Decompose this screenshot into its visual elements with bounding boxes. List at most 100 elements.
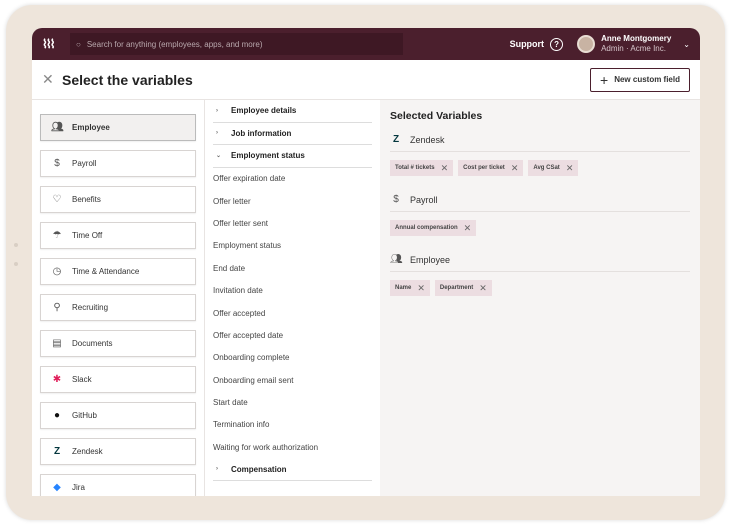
zendesk-icon: Z — [53, 446, 61, 457]
plus-icon: + — [600, 71, 609, 88]
search-input[interactable]: ○ Search for anything (employees, apps, a… — [70, 33, 403, 55]
category-time-attendance[interactable]: ◷ Time & Attendance — [40, 258, 196, 285]
field-item[interactable]: Employment status — [213, 235, 372, 257]
add-person-icon: ⚲ — [53, 302, 61, 313]
group-zendesk: Z Zendesk — [390, 128, 690, 152]
group-label: Employee — [410, 254, 451, 265]
page-title: Select the variables — [62, 71, 193, 88]
chevron-right-icon: › — [216, 107, 218, 114]
field-item[interactable]: Offer letter sent — [213, 212, 372, 234]
chip-label: Department — [439, 285, 474, 291]
category-employee[interactable]: 👥︎ Employee — [40, 114, 196, 141]
field-item[interactable]: Start date — [213, 391, 372, 413]
category-jira[interactable]: ◆ Jira — [40, 474, 196, 496]
variable-chip: Total # tickets ✕ — [390, 160, 454, 176]
jira-icon: ◆ — [53, 482, 61, 493]
remove-icon[interactable]: ✕ — [479, 283, 487, 294]
section-label: Job information — [231, 128, 292, 138]
user-menu[interactable]: Anne Montgomery Admin · Acme Inc. — [601, 34, 671, 54]
variable-chip: Name ✕ — [390, 280, 430, 296]
chip-label: Total # tickets — [395, 165, 435, 171]
help-icon: ? — [550, 37, 564, 51]
variable-chip: Annual compensation ✕ — [390, 220, 477, 236]
category-label: GitHub — [72, 411, 97, 420]
category-slack[interactable]: ✱ Slack — [40, 366, 196, 393]
category-label: Jira — [72, 483, 85, 492]
chip-label: Name — [395, 285, 412, 291]
remove-icon[interactable]: ✕ — [441, 163, 449, 174]
field-item[interactable]: Onboarding complete — [213, 347, 372, 369]
category-list: 👥︎ Employee $ Payroll ♡ Benefits ☂ Time Off … — [32, 100, 205, 496]
field-item[interactable]: Termination info — [213, 414, 372, 436]
category-recruiting[interactable]: ⚲ Recruiting — [40, 294, 196, 321]
category-benefits[interactable]: ♡ Benefits — [40, 186, 196, 213]
field-item[interactable]: Offer expiration date — [213, 168, 372, 190]
chevron-down-icon[interactable]: ⌄ — [683, 40, 690, 49]
section-job-information[interactable]: › Job information — [213, 123, 372, 145]
field-item[interactable]: Offer accepted date — [213, 324, 372, 346]
tablet-button — [14, 262, 18, 266]
variable-chip: Avg CSat ✕ — [528, 160, 579, 176]
panel-title: Selected Variables — [390, 110, 483, 122]
chip-label: Cost per ticket — [463, 165, 505, 171]
group-employee: 👥︎ Employee — [390, 248, 690, 272]
category-label: Employee — [72, 123, 110, 132]
clock-icon: ◷ — [52, 266, 62, 277]
dollar-icon: $ — [393, 194, 399, 205]
section-employee-details[interactable]: › Employee details — [213, 100, 372, 123]
new-custom-field-button[interactable]: + New custom field — [590, 67, 690, 92]
category-label: Time Off — [72, 231, 103, 240]
tablet-button — [14, 243, 18, 247]
field-item[interactable]: Invitation date — [213, 279, 372, 301]
section-label: Employment status — [231, 151, 305, 161]
group-payroll: $ Payroll — [390, 188, 690, 212]
field-item[interactable]: End date — [213, 257, 372, 279]
group-label: Payroll — [410, 194, 438, 205]
group-label: Zendesk — [410, 134, 445, 145]
remove-icon[interactable]: ✕ — [464, 223, 472, 234]
field-item[interactable]: Offer accepted — [213, 302, 372, 324]
search-icon: ○ — [76, 39, 81, 49]
category-label: Benefits — [72, 195, 101, 204]
section-compensation[interactable]: › Compensation — [213, 459, 372, 482]
support-label: Support — [509, 39, 545, 49]
user-role: Admin · Acme Inc. — [601, 44, 666, 53]
section-label: Compensation — [231, 464, 287, 474]
category-label: Documents — [72, 339, 113, 348]
chevron-right-icon: › — [216, 466, 218, 473]
document-icon: ▤ — [52, 338, 62, 349]
category-github[interactable]: ● GitHub — [40, 402, 196, 429]
chip-label: Avg CSat — [533, 165, 560, 171]
people-icon: 👥︎ — [51, 122, 64, 133]
remove-icon[interactable]: ✕ — [566, 163, 574, 174]
close-icon[interactable]: ✕ — [42, 71, 62, 88]
top-bar: ⌇⌇⌇ ○ Search for anything (employees, app… — [32, 28, 700, 60]
category-label: Slack — [72, 375, 92, 384]
section-label: Employee details — [231, 106, 297, 116]
category-payroll[interactable]: $ Payroll — [40, 150, 196, 177]
chip-label: Annual compensation — [395, 225, 458, 231]
category-label: Payroll — [72, 159, 97, 168]
dollar-icon: $ — [54, 158, 60, 169]
new-field-label: New custom field — [614, 75, 680, 84]
slack-icon: ✱ — [52, 374, 62, 385]
chevron-down-icon: ⌄ — [216, 153, 222, 160]
selected-variables-panel: Selected Variables Z Zendesk Total # tick… — [380, 100, 700, 496]
remove-icon[interactable]: ✕ — [417, 283, 425, 294]
category-documents[interactable]: ▤ Documents — [40, 330, 196, 357]
support-button[interactable]: Support? — [509, 37, 564, 51]
section-employment-status[interactable]: ⌄ Employment status — [213, 145, 372, 168]
category-time-off[interactable]: ☂ Time Off — [40, 222, 196, 249]
chevron-right-icon: › — [216, 130, 218, 137]
zendesk-icon: Z — [392, 134, 400, 145]
avatar[interactable] — [577, 35, 596, 53]
field-item[interactable]: Onboarding email sent — [213, 369, 372, 391]
category-label: Time & Attendance — [72, 267, 140, 276]
heart-icon: ♡ — [52, 194, 62, 205]
remove-icon[interactable]: ✕ — [511, 163, 519, 174]
category-zendesk[interactable]: Z Zendesk — [40, 438, 196, 465]
app-logo[interactable]: ⌇⌇⌇ — [42, 37, 66, 51]
app-screen: ⌇⌇⌇ ○ Search for anything (employees, app… — [32, 28, 700, 496]
field-item[interactable]: Offer letter — [213, 190, 372, 212]
field-item[interactable]: Waiting for work authorization — [213, 436, 372, 458]
